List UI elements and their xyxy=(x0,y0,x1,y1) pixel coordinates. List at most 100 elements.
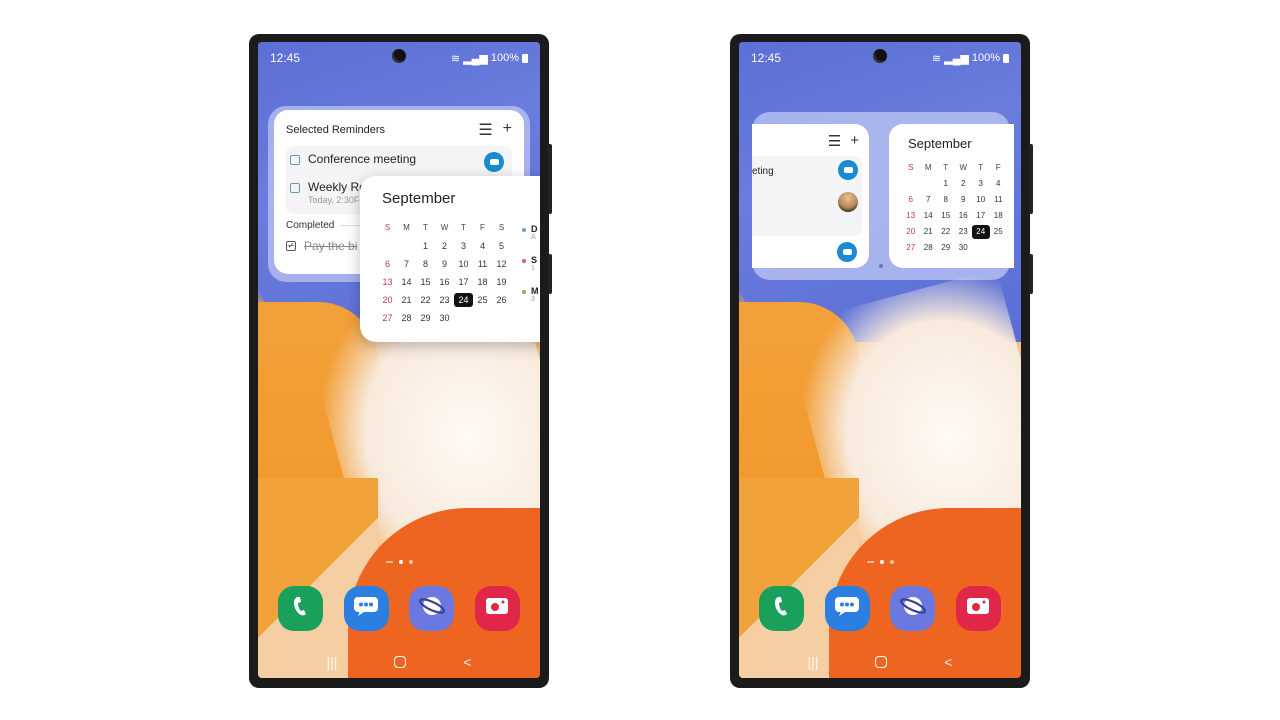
calendar-day[interactable]: 2 xyxy=(435,239,454,253)
calendar-day[interactable]: 1 xyxy=(416,239,435,253)
checked-checkbox-icon[interactable]: ✓ xyxy=(286,241,296,251)
chat-icon[interactable] xyxy=(484,152,504,172)
recents-button[interactable]: ||| xyxy=(807,654,818,670)
reminders-widget[interactable]: ☰ + eting xyxy=(752,124,869,268)
calendar-day-today[interactable]: 24 xyxy=(972,225,990,239)
calendar-day[interactable]: 23 xyxy=(435,293,454,307)
event-time: A xyxy=(531,234,536,241)
calendar-day[interactable]: 27 xyxy=(902,241,920,255)
calendar-widget[interactable]: September S M T W T F 1 2 3 4 6 7 8 9 10 11 13 14 15 16 17 18… xyxy=(889,124,1014,268)
app-messages[interactable] xyxy=(343,586,389,631)
app-internet[interactable] xyxy=(890,586,936,631)
app-phone[interactable] xyxy=(278,586,323,631)
calendar-day[interactable]: 21 xyxy=(397,293,416,307)
calendar-day[interactable]: 3 xyxy=(454,239,473,253)
calendar-day[interactable]: 4 xyxy=(990,177,1008,191)
calendar-day[interactable]: 20 xyxy=(378,293,397,307)
calendar-day[interactable]: 6 xyxy=(378,257,397,271)
app-messages[interactable] xyxy=(824,586,870,631)
checkbox[interactable] xyxy=(290,155,300,165)
calendar-day[interactable]: 10 xyxy=(972,193,990,207)
calendar-day[interactable]: 30 xyxy=(435,311,454,325)
calendar-day[interactable]: 20 xyxy=(902,225,920,239)
chat-icon[interactable] xyxy=(837,242,857,262)
calendar-day[interactable]: 9 xyxy=(955,193,973,207)
add-icon[interactable]: + xyxy=(850,132,859,150)
calendar-event[interactable]: DA xyxy=(522,224,540,241)
camera-icon xyxy=(964,594,992,623)
calendar-day[interactable]: 17 xyxy=(454,275,473,289)
calendar-day[interactable]: 10 xyxy=(454,257,473,271)
calendar-day[interactable]: 11 xyxy=(473,257,492,271)
calendar-day[interactable]: 25 xyxy=(473,293,492,307)
calendar-day[interactable]: 29 xyxy=(416,311,435,325)
calendar-day[interactable]: 6 xyxy=(902,193,920,207)
battery-level: 100% xyxy=(971,52,1000,64)
home-button[interactable] xyxy=(394,656,407,668)
calendar-day[interactable]: 14 xyxy=(397,275,416,289)
list-icon[interactable]: ☰ xyxy=(828,132,841,150)
recents-button[interactable]: ||| xyxy=(326,654,337,670)
phone-left: 12:45 ≋ ▂▄▆ 100% Selected Reminders ☰ + Con… xyxy=(249,34,552,688)
calendar-day[interactable]: 19 xyxy=(492,275,511,289)
calendar-widget[interactable]: September S M T W T F S 1 2 3 4 5 6 7 8 9 10 11 12 13 14 15 16… xyxy=(360,176,540,342)
phone-right: 12:45 ≋ ▂▄▆ 100% ☰ + eting September S M T W T F… xyxy=(730,34,1033,688)
weekday-label: T xyxy=(423,223,428,232)
calendar-day[interactable]: 23 xyxy=(955,225,973,239)
weekday-label: F xyxy=(995,163,1001,172)
calendar-day[interactable]: 7 xyxy=(920,193,938,207)
calendar-day[interactable]: 25 xyxy=(990,225,1008,239)
calendar-day[interactable]: 30 xyxy=(955,241,973,255)
calendar-day[interactable]: 28 xyxy=(397,311,416,325)
calendar-day[interactable]: 28 xyxy=(920,241,938,255)
calendar-day[interactable]: 16 xyxy=(435,275,454,289)
app-camera[interactable] xyxy=(955,586,1001,631)
calendar-day[interactable]: 12 xyxy=(492,257,511,271)
calendar-day[interactable]: 14 xyxy=(920,209,938,223)
calendar-day[interactable]: 1 xyxy=(937,177,955,191)
phone-icon xyxy=(771,594,793,623)
calendar-day xyxy=(397,239,416,253)
calendar-day[interactable]: 3 xyxy=(972,177,990,191)
calendar-day[interactable]: 11 xyxy=(990,193,1008,207)
add-icon[interactable]: + xyxy=(503,120,512,140)
calendar-day[interactable]: 13 xyxy=(902,209,920,223)
calendar-day[interactable]: 22 xyxy=(937,225,955,239)
app-camera[interactable] xyxy=(474,586,520,631)
front-camera xyxy=(392,49,406,63)
app-phone[interactable] xyxy=(759,586,804,631)
app-internet[interactable] xyxy=(409,586,455,631)
dock xyxy=(759,586,1001,631)
calendar-day[interactable]: 8 xyxy=(937,193,955,207)
list-icon[interactable]: ☰ xyxy=(478,120,492,140)
calendar-day[interactable]: 18 xyxy=(990,209,1008,223)
calendar-day[interactable]: 13 xyxy=(378,275,397,289)
calendar-day[interactable]: 8 xyxy=(416,257,435,271)
calendar-day[interactable]: 9 xyxy=(435,257,454,271)
calendar-day[interactable]: 27 xyxy=(378,311,397,325)
calendar-day[interactable]: 5 xyxy=(492,239,511,253)
calendar-day[interactable]: 22 xyxy=(416,293,435,307)
calendar-event[interactable]: M3 xyxy=(522,286,540,303)
calendar-day[interactable]: 26 xyxy=(492,293,511,307)
calendar-day-today[interactable]: 24 xyxy=(454,293,473,307)
calendar-day[interactable]: 7 xyxy=(397,257,416,271)
battery-icon xyxy=(1003,53,1009,63)
calendar-event[interactable]: S1 xyxy=(522,255,540,272)
calendar-day[interactable]: 17 xyxy=(972,209,990,223)
calendar-day[interactable]: 21 xyxy=(920,225,938,239)
home-button[interactable] xyxy=(875,656,888,668)
calendar-day[interactable]: 29 xyxy=(937,241,955,255)
calendar-day[interactable]: 2 xyxy=(955,177,973,191)
side-button xyxy=(1029,144,1033,214)
reminder-list: eting xyxy=(752,156,862,236)
back-button[interactable]: < xyxy=(944,654,952,670)
chat-icon[interactable] xyxy=(838,160,858,180)
calendar-day[interactable]: 15 xyxy=(416,275,435,289)
calendar-day[interactable]: 4 xyxy=(473,239,492,253)
calendar-day[interactable]: 15 xyxy=(937,209,955,223)
calendar-day[interactable]: 16 xyxy=(955,209,973,223)
calendar-day[interactable]: 18 xyxy=(473,275,492,289)
checkbox[interactable] xyxy=(290,183,300,193)
back-button[interactable]: < xyxy=(463,654,471,670)
